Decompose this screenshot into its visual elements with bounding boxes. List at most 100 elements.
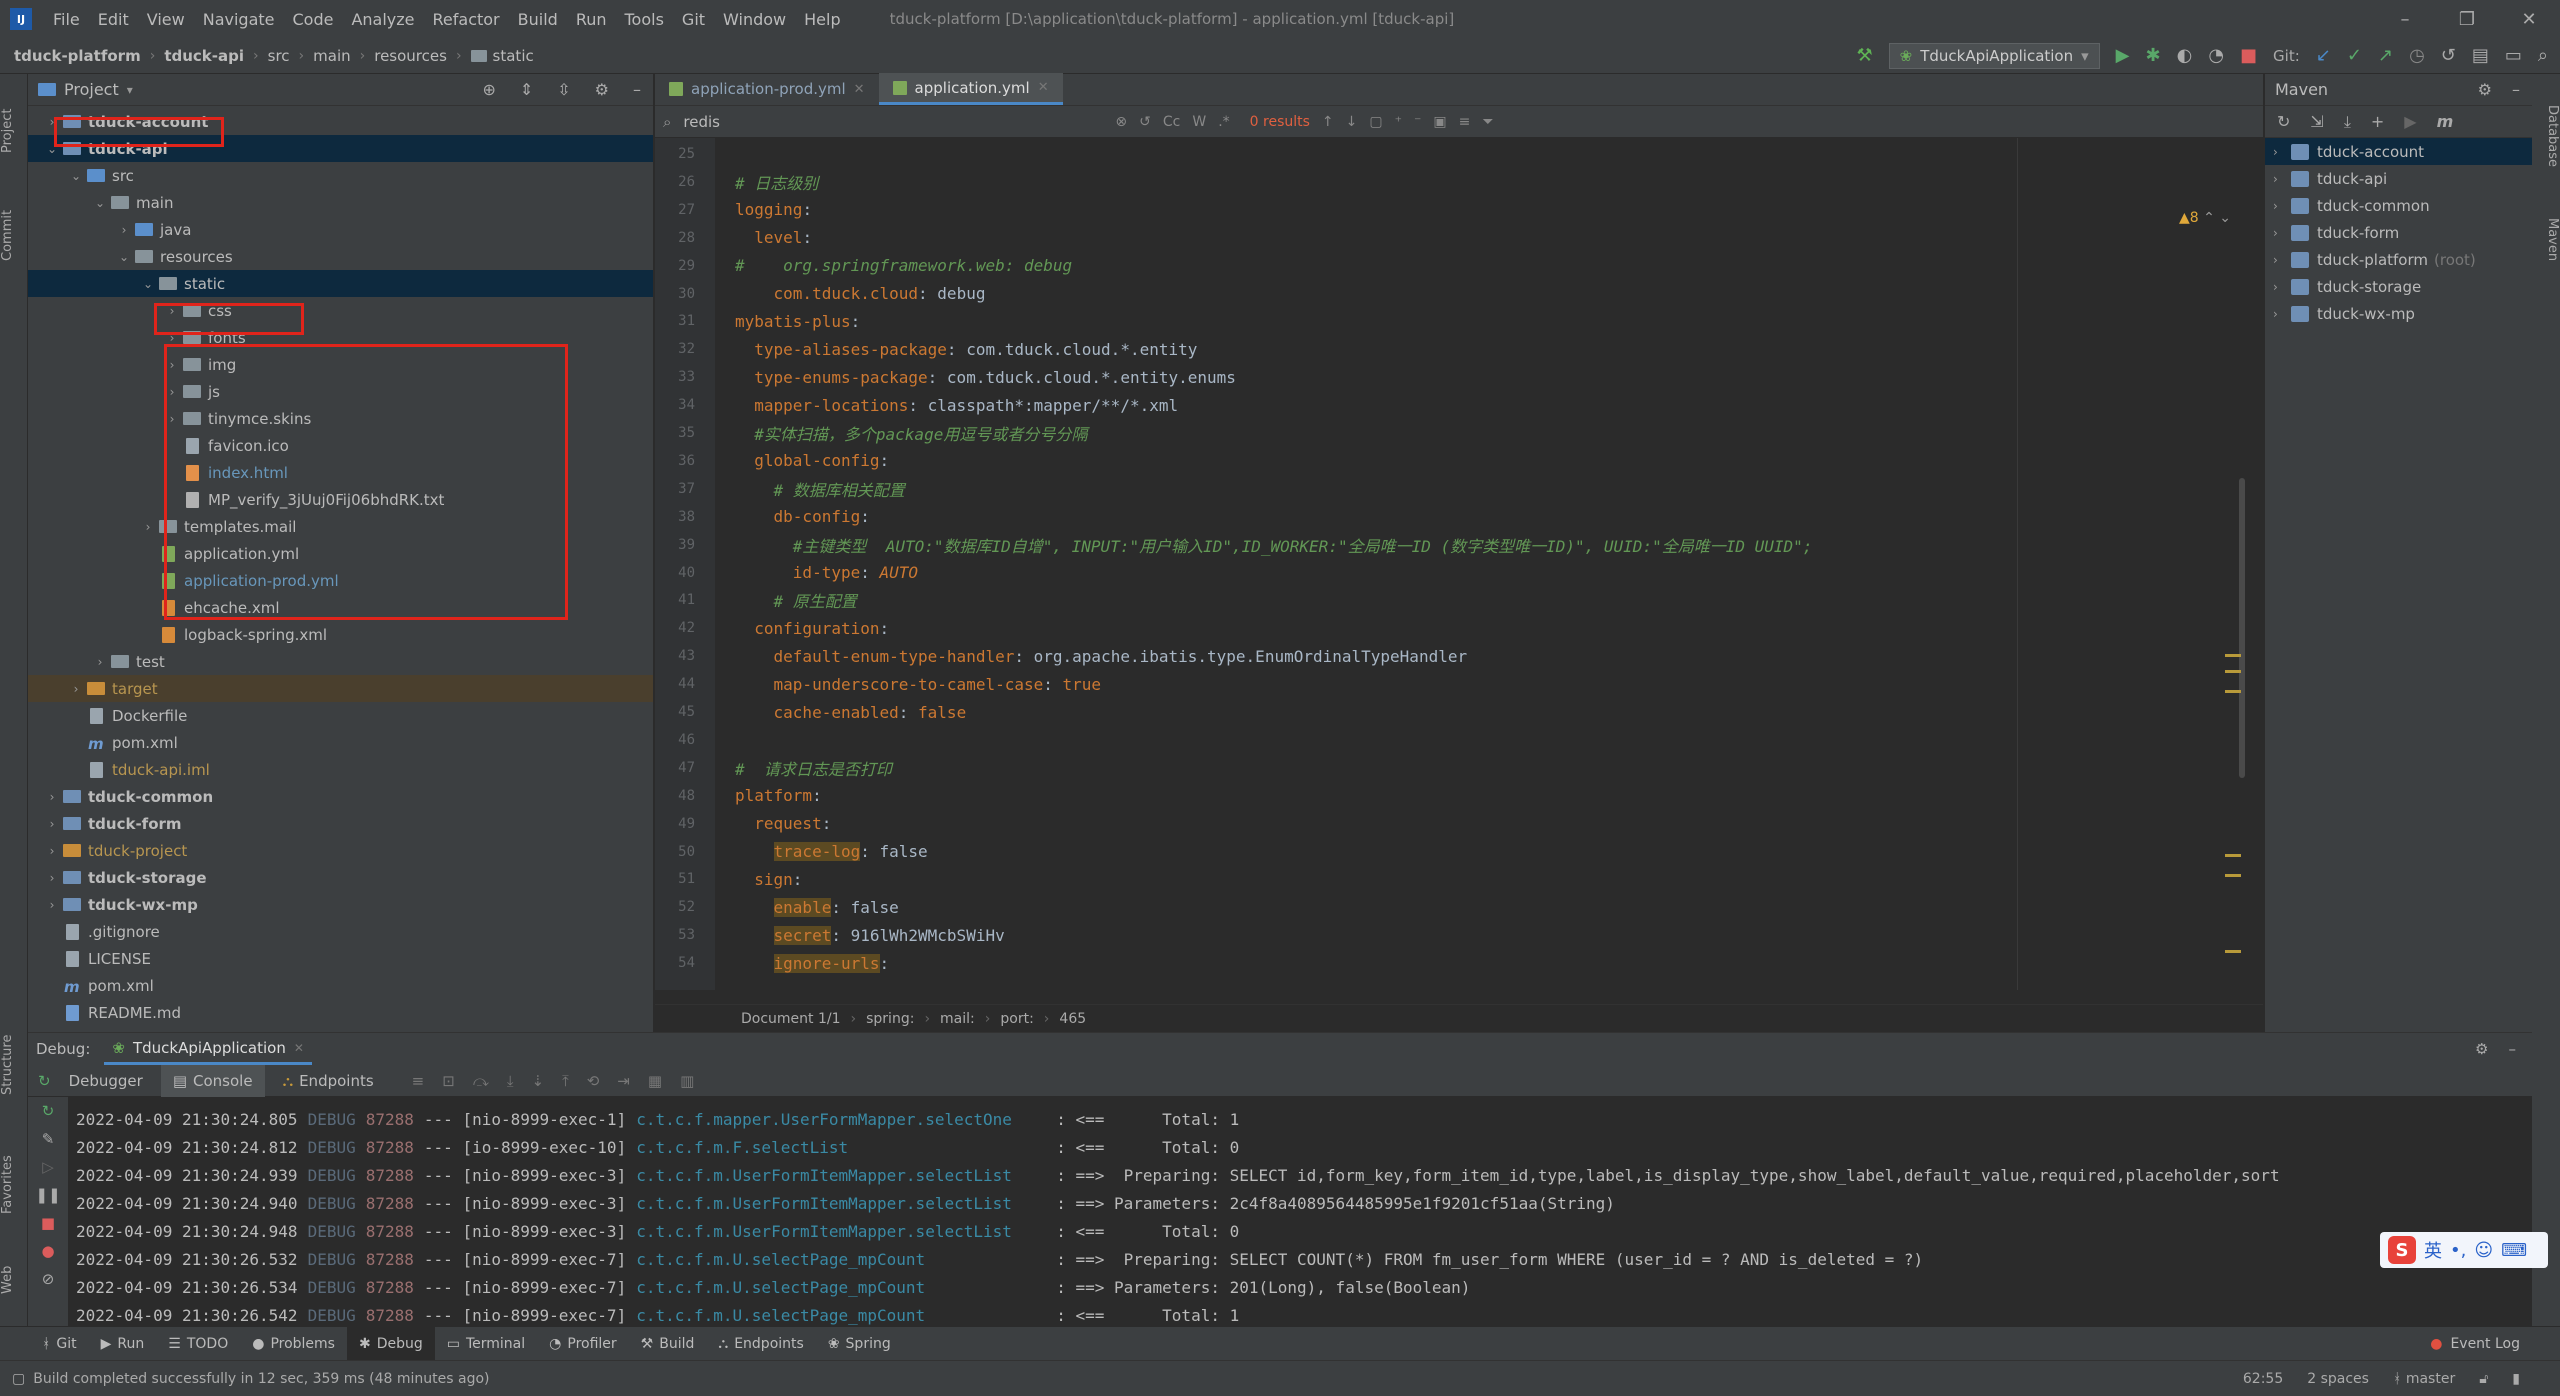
- breadcrumb-item[interactable]: static: [493, 47, 534, 65]
- regex-history-icon[interactable]: ↺: [1139, 114, 1151, 130]
- editor-tab[interactable]: application-prod.yml ✕: [655, 73, 879, 105]
- tree-item[interactable]: › java: [28, 216, 653, 243]
- build-hammer-icon[interactable]: ⚒: [1857, 47, 1873, 65]
- tree-item[interactable]: logback-spring.xml: [28, 621, 653, 648]
- step-out-icon[interactable]: ⤒: [562, 1072, 569, 1090]
- gear-icon[interactable]: ⚙: [2475, 1040, 2488, 1058]
- modify-run-config-icon[interactable]: ✎: [28, 1125, 68, 1153]
- generate-sources-icon[interactable]: ⇲: [2310, 112, 2323, 131]
- structure-tool-tab[interactable]: Structure: [0, 1020, 28, 1110]
- error-stripe-mark[interactable]: [2225, 670, 2241, 673]
- database-tool-tab[interactable]: Database: [2532, 86, 2560, 186]
- menu-navigate[interactable]: Navigate: [194, 10, 284, 29]
- tree-item[interactable]: › tduck-project: [28, 837, 653, 864]
- error-stripe-mark[interactable]: [2225, 950, 2241, 953]
- favorites-tool-tab[interactable]: Favorites: [0, 1140, 28, 1230]
- locate-icon[interactable]: ⊕: [482, 80, 495, 99]
- menu-view[interactable]: View: [138, 10, 194, 29]
- project-pane-title[interactable]: Project: [64, 80, 119, 99]
- tree-item[interactable]: tduck-api.iml: [28, 756, 653, 783]
- tree-item[interactable]: ⌄ resources: [28, 243, 653, 270]
- menu-file[interactable]: File: [44, 10, 89, 29]
- breadcrumb-item[interactable]: src: [268, 47, 290, 65]
- tree-item[interactable]: README.md: [28, 999, 653, 1026]
- breadcrumb-item[interactable]: tduck-platform: [14, 47, 141, 65]
- restore-icon[interactable]: ❐: [2436, 0, 2498, 38]
- memory-indicator-icon[interactable]: ▮: [2512, 1371, 2520, 1387]
- regex-toggle[interactable]: .*: [1218, 114, 1229, 130]
- rerun-icon[interactable]: ↻: [38, 1072, 51, 1090]
- chevron-right-icon[interactable]: ›: [164, 412, 180, 426]
- chevron-right-icon[interactable]: ›: [140, 520, 156, 534]
- breadcrumb-item[interactable]: resources: [374, 47, 447, 65]
- tree-item[interactable]: › img: [28, 351, 653, 378]
- toolwindow-endpoints[interactable]: ⛬ Endpoints: [706, 1327, 815, 1361]
- tree-item[interactable]: › tduck-storage: [28, 864, 653, 891]
- chevron-right-icon[interactable]: ›: [2273, 199, 2291, 213]
- close-icon[interactable]: ✕: [294, 1041, 304, 1055]
- multiline-icon[interactable]: ≡: [1459, 114, 1471, 130]
- chevron-right-icon[interactable]: ›: [92, 655, 108, 669]
- menu-code[interactable]: Code: [284, 10, 343, 29]
- editor-scrollbar[interactable]: [2239, 478, 2245, 778]
- chevron-down-icon[interactable]: ⌄: [68, 169, 84, 183]
- tree-item[interactable]: › tduck-wx-mp: [28, 891, 653, 918]
- menu-analyze[interactable]: Analyze: [342, 10, 423, 29]
- gear-icon[interactable]: ⚙: [2478, 80, 2492, 99]
- menu-git[interactable]: Git: [673, 10, 714, 29]
- profile-icon[interactable]: ◔: [2208, 47, 2224, 65]
- chevron-right-icon[interactable]: ›: [2273, 280, 2291, 294]
- chevron-right-icon[interactable]: ›: [68, 682, 84, 696]
- tree-item[interactable]: ⌄ static: [28, 270, 653, 297]
- editor-breadcrumb-item[interactable]: 465: [1059, 1011, 1086, 1027]
- indent-setting[interactable]: 2 spaces: [2307, 1371, 2369, 1387]
- close-icon[interactable]: ✕: [854, 82, 865, 97]
- toolwindow-profiler[interactable]: ◔ Profiler: [537, 1327, 629, 1361]
- resume-icon[interactable]: ▷: [28, 1153, 68, 1181]
- toolwindow-problems[interactable]: ● Problems: [240, 1327, 347, 1361]
- run-icon[interactable]: ▶: [2404, 112, 2416, 131]
- close-icon[interactable]: ✕: [2498, 0, 2560, 38]
- match-case-toggle[interactable]: Cc: [1163, 114, 1180, 130]
- tree-item[interactable]: ⌄ main: [28, 189, 653, 216]
- remove-occurrence-icon[interactable]: ⁻: [1414, 114, 1421, 130]
- menu-window[interactable]: Window: [714, 10, 795, 29]
- menu-run[interactable]: Run: [567, 10, 616, 29]
- maven-project-item[interactable]: › tduck-storage: [2265, 273, 2532, 300]
- git-branch[interactable]: ᚼ master: [2393, 1371, 2455, 1387]
- maven-project-item[interactable]: › tduck-api: [2265, 165, 2532, 192]
- maven-goal-icon[interactable]: m: [2437, 112, 2454, 131]
- chevron-right-icon[interactable]: ›: [44, 790, 60, 804]
- commit-tool-tab[interactable]: Commit: [0, 190, 28, 280]
- next-occurrence-icon[interactable]: ↓: [1346, 114, 1358, 130]
- rerun-icon[interactable]: ↻: [28, 1097, 68, 1125]
- error-stripe-mark[interactable]: [2225, 854, 2241, 857]
- view-breakpoints-icon[interactable]: ●: [28, 1237, 68, 1265]
- chevron-right-icon[interactable]: ›: [44, 115, 60, 129]
- toolwindow-debug[interactable]: ✱ Debug: [346, 1326, 435, 1361]
- error-stripe-mark[interactable]: [2225, 654, 2241, 657]
- select-all-occurrences-icon[interactable]: ▢: [1369, 114, 1382, 130]
- console-output[interactable]: 2022-04-09 21:30:24.805 DEBUG 87288 --- [ni…: [76, 1105, 2486, 1327]
- menu-refactor[interactable]: Refactor: [424, 10, 509, 29]
- lock-icon[interactable]: 🔓︎: [2479, 1371, 2488, 1387]
- chevron-right-icon[interactable]: ›: [2273, 253, 2291, 267]
- debug-bug-icon[interactable]: ✱: [2146, 47, 2161, 65]
- collapse-all-icon[interactable]: ⇳: [557, 80, 570, 99]
- maven-project-item[interactable]: › tduck-common: [2265, 192, 2532, 219]
- download-icon[interactable]: ⤓: [2344, 112, 2351, 132]
- tree-item[interactable]: m pom.xml: [28, 972, 653, 999]
- tree-item[interactable]: › tinymce.skins: [28, 405, 653, 432]
- chevron-down-icon[interactable]: ⌄: [116, 250, 132, 264]
- project-tool-tab[interactable]: Project: [0, 86, 28, 176]
- error-stripe-mark[interactable]: [2225, 874, 2241, 877]
- maven-project-item[interactable]: › tduck-account: [2265, 138, 2532, 165]
- tree-item[interactable]: › tduck-common: [28, 783, 653, 810]
- chevron-right-icon[interactable]: ›: [2273, 145, 2291, 159]
- chevron-down-icon[interactable]: ⌄: [44, 142, 60, 156]
- hide-icon[interactable]: –: [2512, 80, 2520, 99]
- chevron-right-icon[interactable]: ›: [164, 358, 180, 372]
- toolwindow-todo[interactable]: ☰ TODO: [156, 1327, 240, 1361]
- tree-item[interactable]: › tduck-account: [28, 108, 653, 135]
- toolwindow-terminal[interactable]: ▭ Terminal: [435, 1327, 537, 1361]
